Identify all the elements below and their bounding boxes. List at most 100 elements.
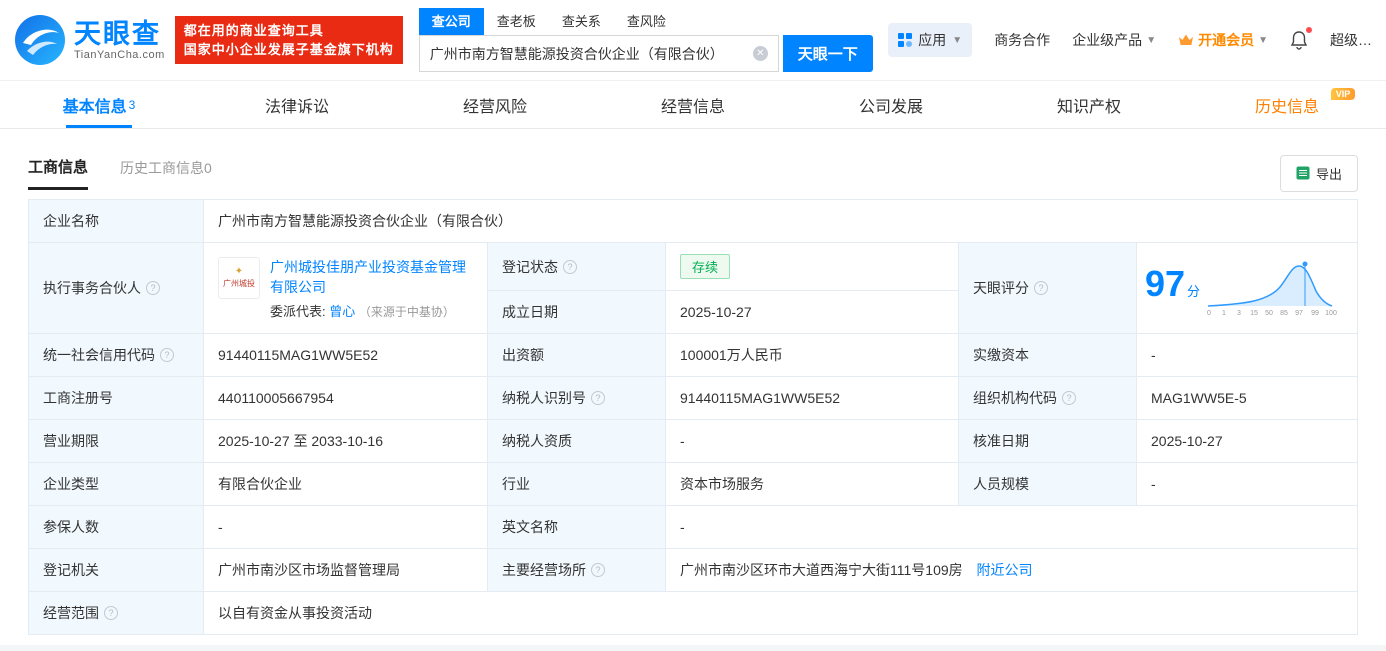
section-divider [0, 645, 1386, 651]
brand-slogan: 都在用的商业查询工具 国家中小企业发展子基金旗下机构 [174, 16, 403, 64]
representative-link[interactable]: 曾心 [329, 304, 355, 319]
axis-tick: 3 [1237, 310, 1241, 317]
emblem-icon: ✦ [234, 265, 244, 277]
notification-dot [1306, 27, 1312, 33]
value-industry: 资本市场服务 [665, 462, 959, 506]
logo-subtitle: TianYanCha.com [74, 49, 165, 61]
value-registration-number: 440110005667954 [203, 376, 488, 420]
export-excel-icon [1296, 166, 1310, 180]
label-registration-status: 登记状态 ? [487, 242, 666, 291]
notification-bell-icon[interactable] [1290, 27, 1312, 50]
search-tab-risk[interactable]: 查风险 [614, 8, 679, 35]
axis-tick: 0 [1207, 310, 1211, 317]
info-icon[interactable]: ? [104, 606, 118, 620]
subtab-row: 工商信息 历史工商信息0 导出 [28, 153, 1358, 193]
status-badge: 存续 [680, 254, 731, 279]
label-capital: 出资额 [487, 333, 666, 377]
partner-company-link[interactable]: 广州城投佳朋产业投资基金管理有限公司 [270, 257, 473, 297]
tab-basic-info[interactable]: 基本信息 3 [0, 81, 198, 128]
value-registration-status: 存续 [665, 242, 959, 291]
nav-open-vip[interactable]: 开通会员 ▼ [1178, 30, 1268, 50]
label-taxpayer-qualification: 纳税人资质 [487, 419, 666, 463]
label-insured-count: 参保人数 [28, 505, 204, 549]
info-icon[interactable]: ? [563, 259, 577, 274]
subtab-business-info[interactable]: 工商信息 [28, 156, 89, 190]
table-row: 营业期限 2025-10-27 至 2033-10-16 纳税人资质 - 核准日… [28, 419, 1358, 463]
label-staff-size: 人员规模 [958, 462, 1137, 506]
info-icon[interactable]: ? [591, 563, 605, 577]
crown-icon [1179, 34, 1194, 45]
axis-tick: 99 [1311, 310, 1319, 317]
value-credit-code: 91440115MAG1WW5E52 [203, 333, 488, 377]
table-row: 企业名称 广州市南方智慧能源投资合伙企业（有限合伙） [28, 199, 1358, 243]
value-capital: 100001万人民币 [665, 333, 959, 377]
nav-super-vip[interactable]: 超级… [1330, 30, 1372, 50]
search-tab-boss[interactable]: 查老板 [484, 8, 549, 35]
value-company-name: 广州市南方智慧能源投资合伙企业（有限合伙） [203, 199, 1358, 243]
info-icon[interactable]: ? [1034, 281, 1048, 295]
info-icon[interactable]: ? [1062, 391, 1076, 405]
value-business-term: 2025-10-27 至 2033-10-16 [203, 419, 488, 463]
search-tab-company[interactable]: 查公司 [418, 8, 484, 35]
label-paid-capital: 实缴资本 [958, 333, 1137, 377]
tab-intellectual-property[interactable]: 知识产权 [990, 81, 1188, 128]
top-header: 天眼查 TianYanCha.com 都在用的商业查询工具 国家中小企业发展子基… [0, 0, 1386, 80]
tab-history-info[interactable]: 历史信息 VIP [1188, 81, 1386, 128]
tab-operating-info[interactable]: 经营信息 [594, 81, 792, 128]
info-icon[interactable]: ? [146, 281, 160, 295]
subtab-history-business-info[interactable]: 历史工商信息0 [120, 158, 212, 188]
search-block: 查公司 查老板 查关系 查风险 ✕ 天眼一下 [418, 8, 873, 72]
label-establish-date: 成立日期 [487, 290, 666, 334]
label-tianyan-score: 天眼评分 ? [958, 242, 1137, 334]
clear-search-icon[interactable]: ✕ [752, 46, 768, 61]
info-icon[interactable]: ? [591, 391, 605, 405]
logo-title: 天眼查 [74, 19, 161, 49]
value-executive-partner: ✦ 广州城投 广州城投佳朋产业投资基金管理有限公司 委派代表: 曾心 （来源于中… [203, 242, 488, 334]
chevron-down-icon: ▼ [1258, 34, 1268, 46]
nearby-companies-link[interactable]: 附近公司 [977, 562, 1033, 578]
value-insured-count: - [203, 505, 488, 549]
value-company-type: 有限合伙企业 [203, 462, 488, 506]
value-approval-date: 2025-10-27 [1136, 419, 1358, 463]
value-taxpayer-id: 91440115MAG1WW5E52 [665, 376, 959, 420]
search-button[interactable]: 天眼一下 [782, 35, 873, 72]
value-english-name: - [665, 505, 1358, 549]
label-business-term: 营业期限 [28, 419, 204, 463]
tab-legal-proceedings[interactable]: 法律诉讼 [198, 81, 396, 128]
label-industry: 行业 [487, 462, 666, 506]
search-input-wrap: ✕ [418, 35, 779, 72]
axis-tick: 85 [1280, 310, 1288, 317]
business-info-table: 企业名称 广州市南方智慧能源投资合伙企业（有限合伙） 执行事务合伙人 ? ✦ 广… [28, 199, 1358, 635]
search-input[interactable] [429, 45, 753, 62]
apps-button[interactable]: 应用 ▼ [888, 23, 973, 57]
axis-tick: 15 [1250, 310, 1258, 317]
export-button[interactable]: 导出 [1279, 154, 1358, 192]
label-registration-number: 工商注册号 [28, 376, 204, 420]
main-content: 工商信息 历史工商信息0 导出 企业名称 广州市南方智慧能源投资合伙企业（有限合… [0, 153, 1386, 635]
tab-operating-risk[interactable]: 经营风险 [396, 81, 594, 128]
label-business-address: 主要经营场所 ? [487, 548, 666, 592]
company-section-tabs: 基本信息 3 法律诉讼 经营风险 经营信息 公司发展 知识产权 历史信息 VIP [0, 80, 1386, 129]
table-row: 经营范围 ? 以自有资金从事投资活动 [28, 591, 1358, 635]
tianyancha-logo[interactable]: 天眼查 TianYanCha.com [14, 14, 165, 66]
table-row: 参保人数 - 英文名称 - [28, 505, 1358, 549]
axis-tick: 100 [1325, 310, 1337, 317]
value-establish-date: 2025-10-27 [665, 290, 959, 334]
tab-company-development[interactable]: 公司发展 [792, 81, 990, 128]
header-nav: 应用 ▼ 商务合作 企业级产品 ▼ 开通会员 ▼ 超级… [888, 23, 1372, 57]
basic-info-count: 3 [128, 97, 136, 112]
label-taxpayer-id: 纳税人识别号 ? [487, 376, 666, 420]
search-tabs: 查公司 查老板 查关系 查风险 [418, 8, 873, 35]
label-business-scope: 经营范围 ? [28, 591, 204, 635]
table-row: 统一社会信用代码 ? 91440115MAG1WW5E52 出资额 100001… [28, 333, 1358, 377]
value-tianyan-score[interactable]: 97 分 0 1 3 15 50 85 97 99 100 [1136, 242, 1358, 334]
search-tab-relation[interactable]: 查关系 [549, 8, 614, 35]
chevron-down-icon: ▼ [952, 34, 963, 46]
value-org-code: MAG1WW5E-5 [1136, 376, 1358, 420]
label-credit-code: 统一社会信用代码 ? [28, 333, 204, 377]
label-executive-partner: 执行事务合伙人 ? [28, 242, 204, 334]
nav-business-cooperation[interactable]: 商务合作 [994, 30, 1050, 50]
info-icon[interactable]: ? [160, 348, 174, 362]
nav-enterprise-product[interactable]: 企业级产品 ▼ [1072, 30, 1156, 50]
table-row: 企业类型 有限合伙企业 行业 资本市场服务 人员规模 - [28, 462, 1358, 506]
